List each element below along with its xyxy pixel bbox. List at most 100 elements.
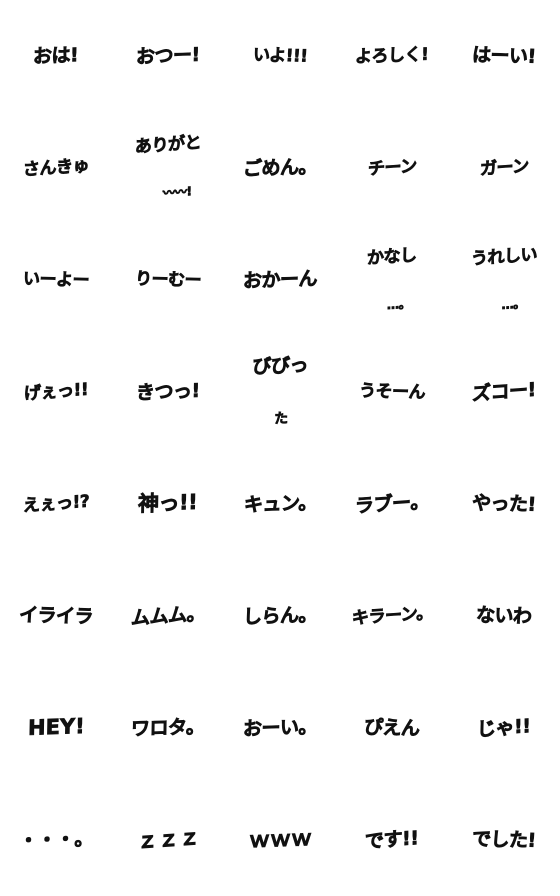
sticker-main-text: うそーん [358, 380, 426, 403]
sticker-main-text: えぇっ!? [22, 491, 90, 516]
sticker-cell-okaan[interactable]: おかーん [224, 224, 336, 336]
sticker-glyph: ぴえん [361, 679, 422, 777]
sticker-cell-kitsu[interactable]: きつっ! [112, 336, 224, 448]
sticker-cell-kyun[interactable]: キュン。 [224, 448, 336, 560]
sticker-main-text: 神っ!! [138, 490, 198, 517]
sticker-cell-yoroshiku[interactable]: よろしく! [336, 0, 448, 112]
sticker-glyph: かなし …。 [367, 224, 417, 336]
sticker-glyph: キュン。 [243, 454, 318, 553]
sticker-cell-haai[interactable]: はーい! [448, 0, 560, 112]
sticker-glyph: ないわ [473, 567, 534, 665]
sticker-main-text: キラーン。 [351, 602, 433, 629]
sticker-cell-gomen[interactable]: ごめん。 [224, 112, 336, 224]
sticker-main-text: おつー! [135, 43, 201, 68]
sticker-glyph: ｚｚｚ [136, 784, 200, 895]
sticker-glyph: イライラ [16, 567, 96, 666]
sticker-cell-shiran[interactable]: しらん。 [224, 560, 336, 672]
sticker-main-text: しらん。 [242, 603, 318, 628]
sticker-cell-desu[interactable]: です!! [336, 784, 448, 896]
sticker-main-text: チーン [367, 155, 417, 180]
sticker-main-text: ｚｚｚ [136, 825, 200, 854]
sticker-cell-tenten[interactable]: ・・・。 [0, 784, 112, 896]
sticker-cell-ja[interactable]: じゃ!! [448, 672, 560, 784]
sticker-cell-pien[interactable]: ぴえん [336, 672, 448, 784]
sticker-cell-ooi[interactable]: おーい。 [224, 672, 336, 784]
emoji-sticker-sheet: おは! おつー! いよ!!! よろしく! はーい! さんきゅ ありがと 〰〰! [0, 0, 560, 896]
sticker-cell-iraira[interactable]: イライラ [0, 560, 112, 672]
sticker-sub-text: …。 [501, 296, 526, 312]
sticker-cell-bibitta[interactable]: びびっ た [224, 336, 336, 448]
sticker-glyph: ・・・。 [18, 790, 94, 889]
sticker-glyph: はーい! [469, 7, 539, 106]
sticker-main-text: ないわ [475, 603, 533, 628]
sticker-cell-ee[interactable]: えぇっ!? [0, 448, 112, 560]
sticker-cell-arigato[interactable]: ありがと 〰〰! [112, 112, 224, 224]
sticker-glyph: ラブー。 [355, 453, 430, 555]
sticker-main-text: きつっ! [135, 379, 201, 404]
sticker-cell-rabuu[interactable]: ラブー。 [336, 448, 448, 560]
sticker-cell-hey[interactable]: HEY! [0, 672, 112, 784]
sticker-cell-kanashi[interactable]: かなし …。 [336, 224, 448, 336]
sticker-cell-iiyo[interactable]: いーよー [0, 224, 112, 336]
sticker-glyph: チーン [367, 123, 417, 213]
sticker-cell-sankyu[interactable]: さんきゅ [0, 112, 112, 224]
sticker-cell-warota[interactable]: ワロタ。 [112, 672, 224, 784]
sticker-main-text: おかーん [242, 267, 318, 292]
sticker-cell-iyo[interactable]: いよ!!! [224, 0, 336, 112]
sticker-cell-gaan[interactable]: ガーン [448, 112, 560, 224]
sticker-glyph: じゃ!! [477, 678, 531, 778]
sticker-main-text: やった! [471, 491, 537, 516]
sticker-main-text: イライラ [18, 603, 94, 628]
sticker-glyph: いーよー [20, 236, 91, 324]
sticker-cell-ohayo[interactable]: おは! [0, 0, 112, 112]
sticker-cell-rimu[interactable]: りーむー [112, 224, 224, 336]
sticker-glyph: よろしく! [355, 11, 430, 100]
sticker-main-text: おーい。 [242, 715, 318, 740]
sticker-cell-kami[interactable]: 神っ!! [112, 448, 224, 560]
sticker-main-text: でした! [471, 827, 537, 852]
sticker-glyph: えぇっ!? [22, 458, 90, 549]
sticker-main-text: ｗｗｗ [248, 826, 312, 853]
sticker-cell-yatta[interactable]: やった! [448, 448, 560, 560]
sticker-sub-text: …。 [387, 296, 411, 313]
sticker-main-text: いよ!!! [252, 44, 308, 67]
sticker-main-text: です!! [365, 826, 419, 853]
sticker-cell-usoon[interactable]: うそーん [336, 336, 448, 448]
sticker-main-text: はーい! [471, 43, 537, 68]
sticker-main-text: ぴえん [363, 715, 421, 740]
sticker-glyph: びびっ た [251, 336, 309, 448]
sticker-main-text: ガーン [479, 155, 529, 180]
sticker-sub-text: 〰〰! [162, 184, 192, 201]
sticker-cell-gee[interactable]: げぇっ!! [0, 336, 112, 448]
sticker-glyph: でした! [469, 791, 539, 890]
sticker-glyph: ｗｗｗ [248, 785, 313, 894]
sticker-cell-zzz[interactable]: ｚｚｚ [112, 784, 224, 896]
sticker-cell-deshita[interactable]: でした! [448, 784, 560, 896]
sticker-cell-ureshii[interactable]: うれしい …。 [448, 224, 560, 336]
sticker-cell-mumumu[interactable]: ムムム。 [112, 560, 224, 672]
sticker-main-text: げぇっ!! [23, 379, 89, 404]
sticker-main-text: じゃ!! [477, 714, 531, 741]
sticker-glyph: きつっ! [135, 342, 201, 441]
sticker-main-text: ありがと [134, 132, 202, 158]
sticker-main-text: おは! [33, 43, 79, 68]
sticker-main-text: ズコー! [472, 378, 537, 405]
sticker-cell-kiraan[interactable]: キラーン。 [336, 560, 448, 672]
sticker-glyph: おは! [33, 7, 80, 105]
sticker-glyph: ガーン [479, 123, 529, 213]
sticker-glyph: げぇっ!! [23, 347, 89, 438]
sticker-glyph: HEY! [27, 674, 86, 783]
sticker-main-text: りーむー [134, 268, 202, 291]
sticker-main-text: うれしい [470, 244, 538, 270]
sticker-glyph: おーい。 [242, 678, 318, 777]
sticker-cell-otsu[interactable]: おつー! [112, 0, 224, 112]
sticker-cell-chiin[interactable]: チーン [336, 112, 448, 224]
sticker-main-text: かなし [367, 245, 417, 269]
sticker-main-text: さんきゅ [22, 155, 90, 180]
sticker-sub-text: た [274, 410, 288, 428]
sticker-cell-naiwa[interactable]: ないわ [448, 560, 560, 672]
sticker-main-text: HEY! [27, 714, 85, 741]
sticker-cell-www[interactable]: ｗｗｗ [224, 784, 336, 896]
sticker-main-text: ムムム。 [130, 601, 206, 629]
sticker-cell-zukoo[interactable]: ズコー! [448, 336, 560, 448]
